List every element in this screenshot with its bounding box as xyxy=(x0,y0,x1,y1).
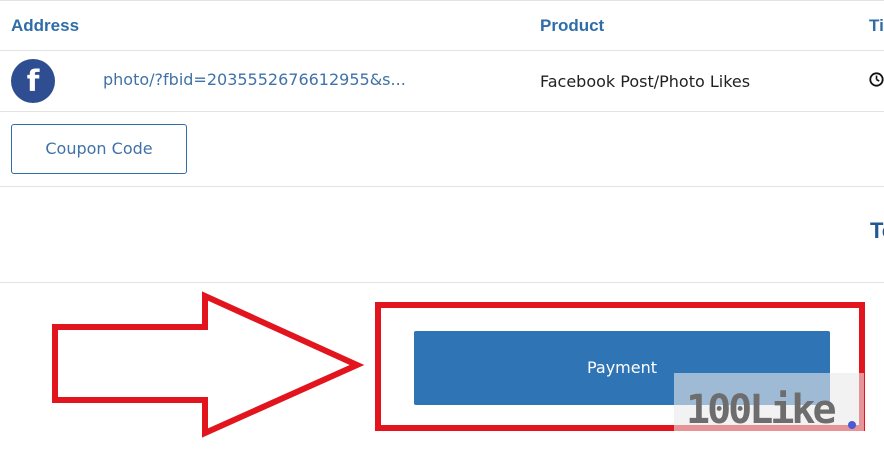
coupon-divider xyxy=(0,186,884,187)
product-name: Facebook Post/Photo Likes xyxy=(540,72,751,91)
product-column-header: Product xyxy=(540,16,605,35)
total-divider xyxy=(0,282,884,283)
watermark-dot xyxy=(848,421,856,429)
facebook-glyph: f xyxy=(26,64,40,98)
watermark-text: 100Like xyxy=(686,387,837,433)
address-column-header: Address xyxy=(11,16,80,35)
facebook-icon: f xyxy=(11,59,55,103)
row-divider xyxy=(0,111,884,112)
top-border xyxy=(0,0,884,1)
address-link[interactable]: photo/?fbid=2035552676612955&s... xyxy=(103,70,406,89)
total-label: To xyxy=(870,218,884,243)
header-divider xyxy=(0,50,884,51)
coupon-code-button[interactable]: Coupon Code xyxy=(11,124,187,174)
time-column-header: Ti xyxy=(869,16,884,35)
clock-icon xyxy=(869,72,884,87)
